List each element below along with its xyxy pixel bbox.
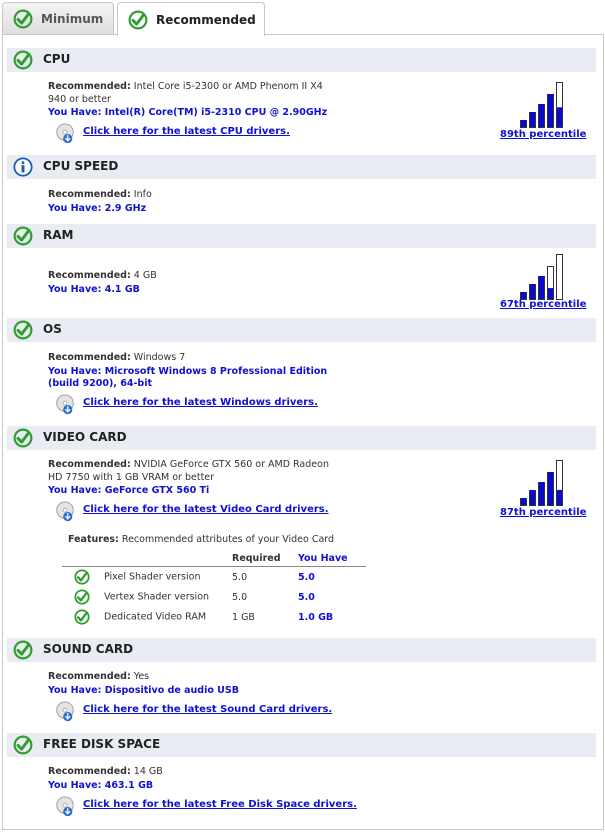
- video-section-header: VIDEO CARD: [7, 426, 596, 450]
- feature-required-cell: 1 GB: [232, 611, 255, 623]
- percentile-bar-fill: [548, 288, 553, 299]
- tab-label: Minimum: [41, 11, 104, 26]
- info-icon: [13, 157, 33, 177]
- percentile-bar-fill: [521, 292, 526, 299]
- tab-bar: Minimum Recommended: [0, 0, 605, 36]
- video-recommended-cont: HD 7750 with 1 GB VRAM or better: [48, 472, 215, 483]
- driver-download-icon[interactable]: [54, 796, 76, 818]
- table-row: Vertex Shader version 5.0 5.0: [62, 587, 366, 607]
- disk-section-header: FREE DISK SPACE: [7, 733, 596, 757]
- cpu-speed-you-have: You Have: 2.9 GHz: [48, 203, 147, 214]
- check-icon: [13, 320, 33, 340]
- features-caption: Features: Recommended attributes of your…: [68, 534, 335, 545]
- percentile-bar-outline: [556, 254, 563, 300]
- tab-recommended[interactable]: Recommended: [117, 2, 265, 36]
- cpu-recommended: Recommended: Intel Core i5-2300 or AMD P…: [48, 81, 323, 92]
- section-title: CPU: [43, 52, 71, 66]
- cpu-percentile-bars: [520, 82, 563, 128]
- driver-download-icon[interactable]: [54, 501, 76, 523]
- feature-have-cell: 1.0 GB: [298, 611, 334, 623]
- check-icon: [13, 735, 33, 755]
- cpu-section-header: CPU: [7, 48, 596, 72]
- tab-label: Recommended: [156, 12, 256, 27]
- cpu-recommended-cont: 940 or better: [48, 94, 111, 105]
- percentile-bar-fill: [521, 120, 526, 127]
- percentile-bar-fill: [539, 482, 544, 505]
- check-icon: [13, 640, 33, 660]
- video-you-have: You Have: GeForce GTX 560 Ti: [48, 485, 210, 496]
- section-title: RAM: [43, 228, 74, 242]
- percentile-bar-fill: [539, 104, 544, 127]
- check-icon: [13, 226, 33, 246]
- os-you-have-cont: (build 9200), 64-bit: [48, 378, 152, 389]
- video-drivers-link[interactable]: Click here for the latest Video Card dri…: [83, 504, 329, 515]
- check-icon: [13, 9, 33, 29]
- check-icon: [13, 50, 33, 70]
- ram-you-have: You Have: 4.1 GB: [48, 284, 140, 295]
- table-row: Pixel Shader version 5.0 5.0: [62, 567, 366, 588]
- disk-drivers-link[interactable]: Click here for the latest Free Disk Spac…: [83, 799, 357, 810]
- column-required: Required: [232, 550, 298, 567]
- os-you-have: You Have: Microsoft Windows 8 Profession…: [48, 366, 328, 377]
- ram-percentile-link[interactable]: 67th percentile: [500, 299, 586, 310]
- table-header-row: Required You Have: [62, 550, 366, 567]
- percentile-bar-fill: [530, 284, 535, 299]
- sound-drivers-link[interactable]: Click here for the latest Sound Card dri…: [83, 704, 332, 715]
- sound-you-have: You Have: Dispositivo de audio USB: [48, 685, 239, 696]
- feature-name-cell: Pixel Shader version: [62, 567, 232, 588]
- driver-download-icon[interactable]: [54, 394, 76, 416]
- check-icon: [74, 589, 90, 605]
- feature-required-cell: 5.0: [232, 591, 248, 603]
- driver-download-icon[interactable]: [54, 701, 76, 723]
- percentile-bar-fill: [539, 276, 544, 299]
- cpu-speed-recommended: Recommended: Info: [48, 189, 152, 200]
- percentile-bar-fill: [557, 489, 562, 505]
- check-icon: [74, 609, 90, 625]
- video-recommended: Recommended: NVIDIA GeForce GTX 560 or A…: [48, 459, 329, 470]
- video-percentile-link[interactable]: 87th percentile: [500, 507, 586, 518]
- feature-name-cell: Vertex Shader version: [62, 587, 232, 607]
- check-icon: [74, 569, 90, 585]
- video-percentile-bars: [520, 460, 563, 506]
- feature-required-cell: 5.0: [232, 571, 248, 583]
- tab-minimum[interactable]: Minimum: [2, 2, 114, 34]
- sound-section-header: SOUND CARD: [7, 638, 596, 662]
- ram-percentile-bars: [520, 254, 563, 300]
- section-title: OS: [43, 322, 62, 336]
- driver-download-icon[interactable]: [54, 123, 76, 145]
- sound-recommended: Recommended: Yes: [48, 671, 150, 682]
- feature-have-cell: 5.0: [298, 571, 315, 583]
- os-drivers-link[interactable]: Click here for the latest Windows driver…: [83, 397, 318, 408]
- cpu-you-have: You Have: Intel(R) Core(TM) i5-2310 CPU …: [48, 107, 328, 118]
- cpu-percentile-link[interactable]: 89th percentile: [500, 129, 586, 140]
- ram-recommended: Recommended: 4 GB: [48, 270, 157, 281]
- column-you-have: You Have: [298, 550, 366, 567]
- video-features-table: Required You Have Pixel Shader version 5.…: [62, 550, 366, 627]
- percentile-bar-fill: [548, 94, 553, 127]
- check-icon: [128, 10, 148, 30]
- feature-have-cell: 5.0: [298, 591, 315, 603]
- percentile-bar-fill: [530, 490, 535, 505]
- ram-section-header: RAM: [7, 224, 596, 248]
- cpu-drivers-link[interactable]: Click here for the latest CPU drivers.: [83, 126, 290, 137]
- percentile-bar-fill: [548, 472, 553, 505]
- os-recommended: Recommended: Windows 7: [48, 352, 186, 363]
- percentile-bar-fill: [521, 498, 526, 505]
- section-title: CPU SPEED: [43, 159, 119, 173]
- section-title: VIDEO CARD: [43, 430, 127, 444]
- table-row: Dedicated Video RAM 1 GB 1.0 GB: [62, 607, 366, 627]
- check-icon: [13, 428, 33, 448]
- percentile-bar-fill: [557, 107, 562, 127]
- cpu-speed-section-header: CPU SPEED: [7, 155, 596, 179]
- feature-name-cell: Dedicated Video RAM: [62, 607, 232, 627]
- disk-you-have: You Have: 463.1 GB: [48, 780, 154, 791]
- percentile-bar-fill: [530, 112, 535, 127]
- os-section-header: OS: [7, 318, 596, 342]
- section-title: FREE DISK SPACE: [43, 737, 161, 751]
- section-title: SOUND CARD: [43, 642, 134, 656]
- disk-recommended: Recommended: 14 GB: [48, 766, 163, 777]
